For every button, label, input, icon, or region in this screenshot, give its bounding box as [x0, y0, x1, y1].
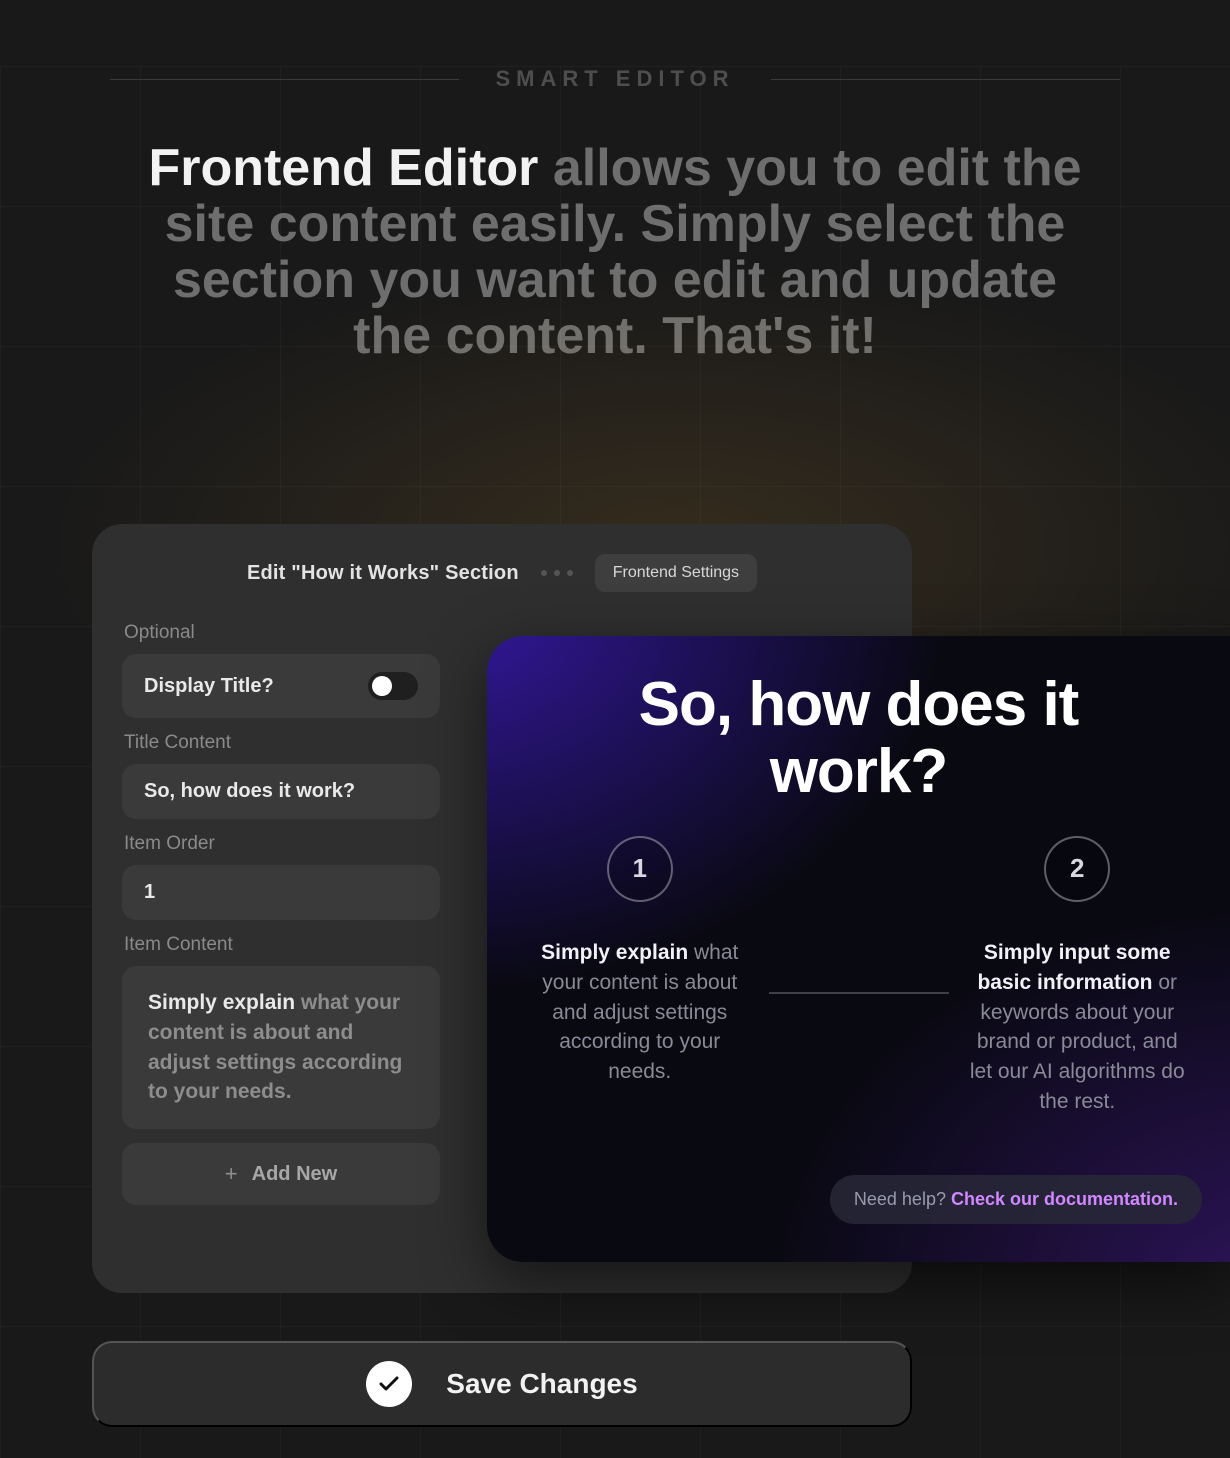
step-1-bold: Simply explain	[541, 941, 688, 964]
optional-label: Optional	[124, 622, 440, 644]
item-order-label: Item Order	[124, 833, 440, 855]
add-new-button[interactable]: + Add New	[122, 1143, 440, 1205]
display-title-row: Display Title?	[122, 654, 440, 718]
item-order-field[interactable]	[122, 865, 440, 920]
step-2-badge: 2	[1044, 836, 1110, 902]
eyebrow-label: SMART EDITOR	[495, 66, 734, 92]
step-2: 2 Simply input some basic information or…	[949, 836, 1207, 1117]
panel-header: Edit "How it Works" Section Frontend Set…	[122, 554, 882, 592]
item-content-bold: Simply explain	[148, 991, 295, 1014]
preview-card: So, how does it work? 1 Simply explain w…	[487, 636, 1230, 1262]
display-title-label: Display Title?	[144, 675, 274, 698]
step-1-text: Simply explain what your content is abou…	[529, 938, 751, 1087]
frontend-settings-button[interactable]: Frontend Settings	[595, 554, 757, 592]
save-changes-label: Save Changes	[446, 1368, 637, 1400]
divider	[110, 79, 459, 80]
divider	[771, 79, 1120, 80]
more-dots-icon[interactable]	[541, 570, 573, 576]
add-new-label: Add New	[252, 1163, 338, 1186]
check-icon	[366, 1361, 412, 1407]
step-1: 1 Simply explain what your content is ab…	[511, 836, 769, 1087]
item-content-box[interactable]: Simply explain what your content is abou…	[122, 966, 440, 1129]
title-content-input[interactable]	[144, 780, 418, 803]
title-content-label: Title Content	[124, 732, 440, 754]
item-content-label: Item Content	[124, 934, 440, 956]
headline-strong: Frontend Editor	[148, 139, 538, 197]
doc-prompt: Need help?	[854, 1189, 951, 1209]
form-column: Optional Display Title? Title Content It…	[122, 622, 440, 1205]
step-connector	[769, 992, 949, 994]
preview-title: So, how does it work?	[551, 672, 1166, 806]
plus-icon: +	[225, 1161, 238, 1187]
documentation-pill[interactable]: Need help? Check our documentation.	[830, 1175, 1202, 1224]
eyebrow-row: SMART EDITOR	[0, 66, 1230, 92]
headline: Frontend Editor allows you to edit the s…	[140, 140, 1090, 365]
step-2-text: Simply input some basic information or k…	[967, 938, 1189, 1117]
step-2-bold: Simply input some basic information	[977, 941, 1170, 994]
panel-title: Edit "How it Works" Section	[247, 562, 519, 585]
display-title-toggle[interactable]	[368, 672, 418, 700]
doc-link[interactable]: Check our documentation.	[951, 1189, 1178, 1209]
steps-row: 1 Simply explain what your content is ab…	[511, 836, 1206, 1117]
step-1-badge: 1	[607, 836, 673, 902]
item-order-input[interactable]	[144, 881, 418, 904]
save-changes-button[interactable]: Save Changes	[92, 1341, 912, 1427]
title-content-field[interactable]	[122, 764, 440, 819]
